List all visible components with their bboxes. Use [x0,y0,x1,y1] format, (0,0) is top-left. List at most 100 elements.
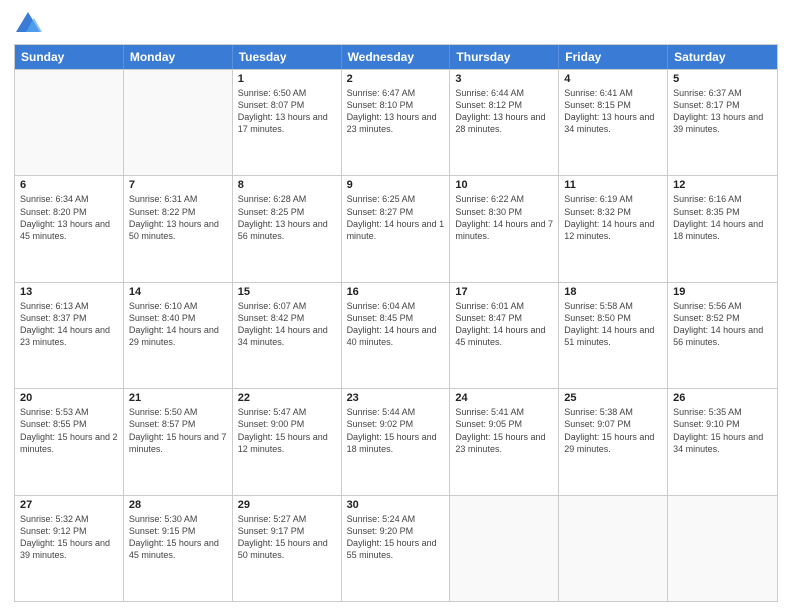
page: SundayMondayTuesdayWednesdayThursdayFrid… [0,0,792,612]
calendar-cell: 19Sunrise: 5:56 AM Sunset: 8:52 PM Dayli… [668,283,777,388]
day-info: Sunrise: 6:50 AM Sunset: 8:07 PM Dayligh… [238,87,336,136]
calendar-cell: 11 Sunrise: 6:19 AM Sunset: 8:32 PM Dayli… [559,176,668,281]
day-info: Sunrise: 5:58 AM Sunset: 8:50 PM Dayligh… [564,300,662,349]
calendar-week: 6Sunrise: 6:34 AM Sunset: 8:20 PM Daylig… [15,175,777,281]
day-number: 2 [347,73,445,85]
calendar-cell: 29 Sunrise: 5:27 AM Sunset: 9:17 PM Dayli… [233,496,342,601]
day-info: Sunrise: 5:50 AM Sunset: 8:57 PM Dayligh… [129,406,227,455]
day-info: Sunrise: 6:07 AM Sunset: 8:42 PM Dayligh… [238,300,336,349]
day-number: 29 [238,499,336,511]
day-number: 18 [564,286,662,298]
day-info: Sunrise: 5:47 AM Sunset: 9:00 PM Dayligh… [238,406,336,455]
calendar-cell: 8 Sunrise: 6:28 AM Sunset: 8:25 PM Daylig… [233,176,342,281]
calendar: SundayMondayTuesdayWednesdayThursdayFrid… [14,44,778,602]
calendar-cell: 20 Sunrise: 5:53 AM Sunset: 8:55 PM Dayli… [15,389,124,494]
day-number: 13 [20,286,118,298]
calendar-cell: 28Sunrise: 5:30 AM Sunset: 9:15 PM Dayli… [124,496,233,601]
calendar-cell [559,496,668,601]
day-info: Sunrise: 5:44 AM Sunset: 9:02 PM Dayligh… [347,406,445,455]
day-info: Sunrise: 6:31 AM Sunset: 8:22 PM Dayligh… [129,193,227,242]
calendar-cell: 4Sunrise: 6:41 AM Sunset: 8:15 PM Daylig… [559,70,668,175]
day-number: 16 [347,286,445,298]
day-info: Sunrise: 5:30 AM Sunset: 9:15 PM Dayligh… [129,513,227,562]
calendar-cell: 1Sunrise: 6:50 AM Sunset: 8:07 PM Daylig… [233,70,342,175]
day-info: Sunrise: 6:41 AM Sunset: 8:15 PM Dayligh… [564,87,662,136]
calendar-cell: 10 Sunrise: 6:22 AM Sunset: 8:30 PM Dayli… [450,176,559,281]
day-info: Sunrise: 5:32 AM Sunset: 9:12 PM Dayligh… [20,513,118,562]
day-number: 21 [129,392,227,404]
day-info: Sunrise: 5:35 AM Sunset: 9:10 PM Dayligh… [673,406,772,455]
calendar-cell: 12 Sunrise: 6:16 AM Sunset: 8:35 PM Dayli… [668,176,777,281]
day-info: Sunrise: 5:41 AM Sunset: 9:05 PM Dayligh… [455,406,553,455]
calendar-cell: 24 Sunrise: 5:41 AM Sunset: 9:05 PM Dayli… [450,389,559,494]
day-number: 17 [455,286,553,298]
calendar-cell: 7 Sunrise: 6:31 AM Sunset: 8:22 PM Daylig… [124,176,233,281]
calendar-cell: 5 Sunrise: 6:37 AM Sunset: 8:17 PM Daylig… [668,70,777,175]
calendar-cell: 16 Sunrise: 6:04 AM Sunset: 8:45 PM Dayli… [342,283,451,388]
logo-icon [14,10,42,38]
calendar-cell: 13 Sunrise: 6:13 AM Sunset: 8:37 PM Dayli… [15,283,124,388]
calendar-cell [15,70,124,175]
calendar-cell: 27Sunrise: 5:32 AM Sunset: 9:12 PM Dayli… [15,496,124,601]
day-info: Sunrise: 6:16 AM Sunset: 8:35 PM Dayligh… [673,193,772,242]
day-info: Sunrise: 5:53 AM Sunset: 8:55 PM Dayligh… [20,406,118,455]
calendar-cell: 3 Sunrise: 6:44 AM Sunset: 8:12 PM Daylig… [450,70,559,175]
calendar-cell: 17 Sunrise: 6:01 AM Sunset: 8:47 PM Dayli… [450,283,559,388]
day-info: Sunrise: 6:34 AM Sunset: 8:20 PM Dayligh… [20,193,118,242]
header [14,10,778,38]
calendar-cell: 6Sunrise: 6:34 AM Sunset: 8:20 PM Daylig… [15,176,124,281]
header-day: Tuesday [233,45,342,69]
calendar-cell: 26 Sunrise: 5:35 AM Sunset: 9:10 PM Dayli… [668,389,777,494]
day-info: Sunrise: 6:19 AM Sunset: 8:32 PM Dayligh… [564,193,662,242]
calendar-cell: 22 Sunrise: 5:47 AM Sunset: 9:00 PM Dayli… [233,389,342,494]
header-day: Sunday [15,45,124,69]
day-info: Sunrise: 6:10 AM Sunset: 8:40 PM Dayligh… [129,300,227,349]
day-info: Sunrise: 6:47 AM Sunset: 8:10 PM Dayligh… [347,87,445,136]
header-day: Monday [124,45,233,69]
day-number: 14 [129,286,227,298]
calendar-cell: 9Sunrise: 6:25 AM Sunset: 8:27 PM Daylig… [342,176,451,281]
day-info: Sunrise: 6:04 AM Sunset: 8:45 PM Dayligh… [347,300,445,349]
day-number: 10 [455,179,553,191]
day-number: 5 [673,73,772,85]
calendar-cell: 23Sunrise: 5:44 AM Sunset: 9:02 PM Dayli… [342,389,451,494]
calendar-week: 20 Sunrise: 5:53 AM Sunset: 8:55 PM Dayli… [15,388,777,494]
day-number: 26 [673,392,772,404]
calendar-cell: 21 Sunrise: 5:50 AM Sunset: 8:57 PM Dayli… [124,389,233,494]
day-info: Sunrise: 6:01 AM Sunset: 8:47 PM Dayligh… [455,300,553,349]
day-number: 7 [129,179,227,191]
day-number: 3 [455,73,553,85]
day-number: 11 [564,179,662,191]
day-number: 22 [238,392,336,404]
header-day: Friday [559,45,668,69]
day-info: Sunrise: 6:44 AM Sunset: 8:12 PM Dayligh… [455,87,553,136]
day-number: 24 [455,392,553,404]
day-info: Sunrise: 5:38 AM Sunset: 9:07 PM Dayligh… [564,406,662,455]
calendar-cell: 14 Sunrise: 6:10 AM Sunset: 8:40 PM Dayli… [124,283,233,388]
day-info: Sunrise: 6:28 AM Sunset: 8:25 PM Dayligh… [238,193,336,242]
calendar-cell: 30Sunrise: 5:24 AM Sunset: 9:20 PM Dayli… [342,496,451,601]
logo [14,10,44,38]
header-day: Thursday [450,45,559,69]
day-number: 9 [347,179,445,191]
header-day: Wednesday [342,45,451,69]
day-info: Sunrise: 5:27 AM Sunset: 9:17 PM Dayligh… [238,513,336,562]
day-info: Sunrise: 5:24 AM Sunset: 9:20 PM Dayligh… [347,513,445,562]
day-number: 19 [673,286,772,298]
day-number: 8 [238,179,336,191]
header-day: Saturday [668,45,777,69]
day-number: 25 [564,392,662,404]
calendar-cell [124,70,233,175]
calendar-cell [450,496,559,601]
calendar-cell: 25 Sunrise: 5:38 AM Sunset: 9:07 PM Dayli… [559,389,668,494]
day-number: 20 [20,392,118,404]
day-number: 12 [673,179,772,191]
day-number: 15 [238,286,336,298]
calendar-header: SundayMondayTuesdayWednesdayThursdayFrid… [15,45,777,69]
calendar-week: 1Sunrise: 6:50 AM Sunset: 8:07 PM Daylig… [15,69,777,175]
calendar-cell: 2 Sunrise: 6:47 AM Sunset: 8:10 PM Daylig… [342,70,451,175]
day-info: Sunrise: 6:37 AM Sunset: 8:17 PM Dayligh… [673,87,772,136]
day-info: Sunrise: 6:13 AM Sunset: 8:37 PM Dayligh… [20,300,118,349]
day-info: Sunrise: 6:22 AM Sunset: 8:30 PM Dayligh… [455,193,553,242]
calendar-week: 27Sunrise: 5:32 AM Sunset: 9:12 PM Dayli… [15,495,777,601]
